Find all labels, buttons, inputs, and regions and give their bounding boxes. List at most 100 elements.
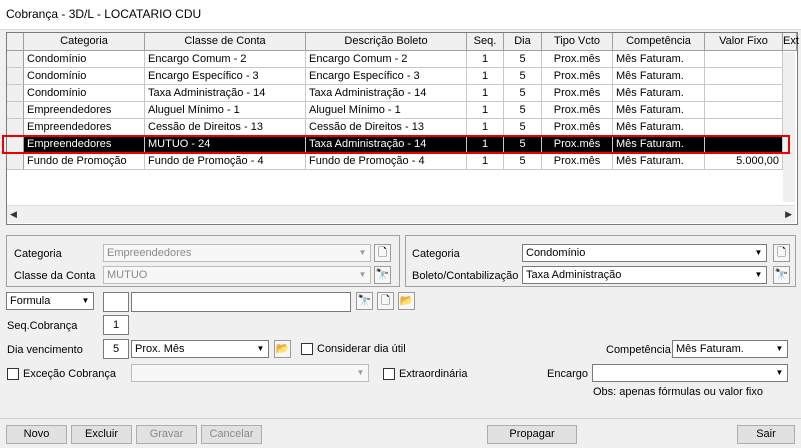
window-title-bar: Cobrança - 3D/L - LOCATARIO CDU	[0, 0, 801, 30]
scroll-right-icon[interactable]: ▶	[785, 209, 792, 220]
column-header[interactable]: Competência	[613, 33, 705, 51]
table-cell: Mês Faturam.	[613, 153, 705, 170]
table-cell: Empreendedores	[24, 102, 145, 119]
table-cell	[705, 68, 783, 85]
table-cell: 1	[467, 153, 504, 170]
folder-open-icon[interactable]: 📂	[398, 292, 415, 310]
table-cell: Encargo Comum - 2	[306, 51, 467, 68]
column-header[interactable]: Categoria	[24, 33, 145, 51]
encargo-select[interactable]: ▼	[592, 364, 788, 382]
right-categoria-select[interactable]: Condomínio ▼	[522, 244, 767, 262]
tipo-vencimento-select[interactable]: Prox. Mês ▼	[131, 340, 269, 358]
encargo-label: Encargo	[547, 368, 588, 380]
table-cell: Cessão de Direitos - 13	[306, 119, 467, 136]
novo-button[interactable]: Novo	[6, 425, 67, 444]
table-cell: Condomínio	[24, 85, 145, 102]
table-cell: Mês Faturam.	[613, 68, 705, 85]
column-header[interactable]: Valor Fixo	[705, 33, 783, 51]
row-indicator[interactable]	[7, 102, 24, 119]
dia-vencimento-label: Dia vencimento	[7, 344, 83, 356]
grid-vertical-scrollbar[interactable]	[783, 52, 795, 202]
table-cell: Mês Faturam.	[613, 102, 705, 119]
new-document-icon[interactable]: 🗋	[377, 292, 394, 310]
excluir-button[interactable]: Excluir	[71, 425, 132, 444]
competencia-label: Competência	[606, 344, 671, 356]
table-cell: Encargo Específico - 3	[145, 68, 306, 85]
table-cell: Prox.mês	[542, 85, 613, 102]
excecao-cobranca-label: Exceção Cobrança	[23, 368, 116, 380]
right-categoria-value: Condomínio	[526, 247, 586, 259]
right-boleto-value: Taxa Administração	[526, 269, 622, 281]
table-cell	[705, 119, 783, 136]
window-title: Cobrança - 3D/L - LOCATARIO CDU	[6, 7, 202, 21]
chevron-down-icon: ▼	[775, 344, 784, 353]
grid-horizontal-scrollbar[interactable]: ◀ ▶	[7, 205, 795, 223]
column-header[interactable]: Dia	[504, 33, 542, 51]
sair-button[interactable]: Sair	[737, 425, 795, 444]
row-indicator[interactable]	[7, 85, 24, 102]
formula-text-input[interactable]	[131, 292, 351, 312]
column-header[interactable]: Seq.	[467, 33, 504, 51]
competencia-select[interactable]: Mês Faturam. ▼	[672, 340, 788, 358]
table-cell: Mês Faturam.	[613, 85, 705, 102]
column-header[interactable]: Descrição Boleto	[306, 33, 467, 51]
row-indicator[interactable]	[7, 119, 24, 136]
extraordinaria-checkbox[interactable]	[383, 368, 395, 380]
table-cell: Fundo de Promoção - 4	[306, 153, 467, 170]
considerar-dia-util-checkbox[interactable]	[301, 343, 313, 355]
cancelar-button[interactable]: Cancelar	[201, 425, 262, 444]
gravar-button[interactable]: Gravar	[136, 425, 197, 444]
left-classe-select[interactable]: MUTUO ▼	[103, 266, 371, 284]
new-document-icon[interactable]: 🗋	[374, 244, 391, 262]
propagar-button[interactable]: Propagar	[487, 425, 577, 444]
chevron-down-icon: ▼	[775, 368, 784, 377]
table-cell	[705, 102, 783, 119]
table-cell: 5	[504, 51, 542, 68]
table-cell: Encargo Comum - 2	[145, 51, 306, 68]
left-categoria-label: Categoria	[14, 248, 62, 260]
binoculars-search-icon[interactable]: 🔭	[374, 266, 391, 284]
row-indicator[interactable]	[7, 51, 24, 68]
table-cell: Fundo de Promoção - 4	[145, 153, 306, 170]
charges-grid[interactable]: Categoria Classe de Conta Descrição Boleto…	[6, 32, 799, 225]
chevron-down-icon: ▼	[754, 270, 763, 279]
table-cell: Mês Faturam.	[613, 119, 705, 136]
table-cell: Prox.mês	[542, 119, 613, 136]
formula-type-value: Formula	[10, 295, 51, 307]
chevron-down-icon: ▼	[754, 248, 763, 257]
dia-vencimento-input[interactable]: 5	[103, 339, 129, 359]
new-document-icon[interactable]: 🗋	[773, 244, 790, 262]
table-cell: Taxa Administração - 14	[306, 85, 467, 102]
table-cell: Aluguel Mínimo - 1	[145, 102, 306, 119]
formula-code-input[interactable]	[103, 292, 129, 312]
table-cell: 5	[504, 85, 542, 102]
table-cell: 1	[467, 85, 504, 102]
column-header[interactable]: Ext	[783, 33, 799, 51]
table-cell: Empreendedores	[24, 119, 145, 136]
table-cell	[705, 85, 783, 102]
table-cell: Mês Faturam.	[613, 51, 705, 68]
folder-open-icon[interactable]: 📂	[274, 340, 291, 358]
table-cell: 5	[504, 119, 542, 136]
left-categoria-select[interactable]: Empreendedores ▼	[103, 244, 371, 262]
excecao-cobranca-select[interactable]: ▼	[131, 364, 369, 382]
row-indicator[interactable]	[7, 153, 24, 170]
binoculars-search-icon[interactable]: 🔭	[773, 266, 790, 284]
competencia-value: Mês Faturam.	[676, 343, 744, 355]
row-indicator[interactable]	[7, 68, 24, 85]
column-header[interactable]: Tipo Vcto	[542, 33, 613, 51]
obs-note: Obs: apenas fórmulas ou valor fixo	[593, 386, 763, 398]
left-categoria-value: Empreendedores	[107, 247, 192, 259]
column-header[interactable]: Classe de Conta	[145, 33, 306, 51]
binoculars-search-icon[interactable]: 🔭	[356, 292, 373, 310]
formula-type-select[interactable]: Formula ▼	[6, 292, 94, 310]
footer-divider	[0, 418, 801, 419]
table-cell: 5	[504, 102, 542, 119]
table-cell: Prox.mês	[542, 102, 613, 119]
chevron-down-icon: ▼	[81, 296, 90, 305]
right-boleto-select[interactable]: Taxa Administração ▼	[522, 266, 767, 284]
scroll-left-icon[interactable]: ◀	[10, 209, 17, 220]
table-cell: Prox.mês	[542, 68, 613, 85]
seq-cobranca-input[interactable]: 1	[103, 315, 129, 335]
excecao-cobranca-checkbox[interactable]	[7, 368, 19, 380]
